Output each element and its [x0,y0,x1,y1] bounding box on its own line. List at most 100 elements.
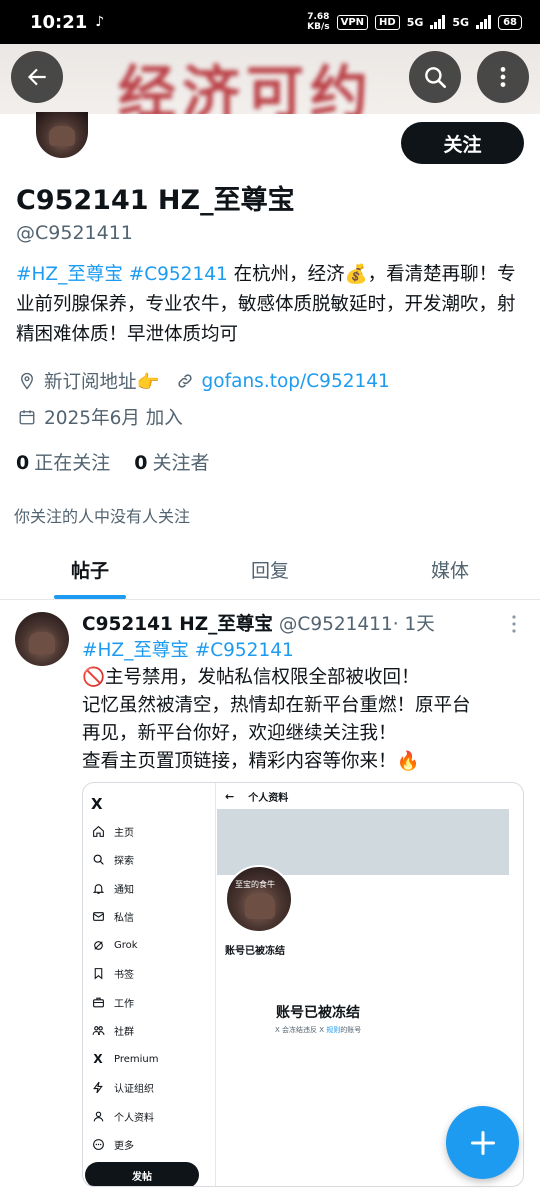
status-time: 10:21 [30,11,88,33]
x-icon: X [93,1052,103,1067]
search-icon [425,67,447,89]
home-icon [91,824,105,838]
post-line: 再见，新平台你好，欢迎继续关注我！ [82,723,397,744]
search-button[interactable] [409,51,461,103]
bell-icon [91,881,105,895]
profile-meta-joined: 2025年6月 加入 [16,404,183,430]
embed-sidebar: X 主页 探索 通知 私信 Grok 书签 工作 社群 X Premium 认证… [83,783,216,1186]
post-line: 查看主页置顶链接，精彩内容等你来！🔥 [82,751,420,772]
profile-location: 新订阅地址👉 [44,372,160,393]
status-indicators: 7.68 KB/s VPN HD 5G 5G 68 [307,12,522,32]
profile-joined-date: 2025年6月 加入 [44,408,183,429]
embed-post-button: 发帖 [85,1162,199,1186]
display-name: C952141 HZ_至尊宝 [16,185,295,216]
mutual-followers-note: 你关注的人中没有人关注 [14,507,191,526]
tab-replies[interactable]: 回复 [180,540,360,599]
embed-frozen-description: X 会冻结违反 X 规则的账号 [275,1026,362,1034]
embed-nav-item: 更多 [91,1131,159,1160]
embed-nav-item: X Premium [91,1045,158,1074]
plus-icon [470,1130,495,1155]
link-icon [174,370,196,392]
post-line: 记忆虽然被清空，热情却在新平台重燃！原平台 [82,695,471,716]
post-line: 🚫主号禁用，发帖私信权限全部被收回！ [82,667,420,688]
embed-nav-item: 认证组织 [91,1074,159,1103]
post-hashtags[interactable]: #HZ_至尊宝 #C952141 [82,636,294,662]
grok-icon [91,938,105,952]
arrow-left-icon: ← [225,789,235,803]
embed-nav: 主页 探索 通知 私信 Grok 书签 工作 社群 X Premium 认证组织… [91,817,159,1159]
embed-nav-item: 主页 [91,817,159,846]
hd-badge: HD [375,14,400,30]
user-handle: @C9521411 [16,222,133,244]
tiktok-icon: ♪ [95,14,105,30]
embed-nav-item: 个人资料 [91,1102,159,1131]
mail-icon [91,910,105,924]
arrow-left-icon [27,68,46,86]
embed-frozen-label: 账号已被冻结 [225,946,285,957]
bio-hashtags[interactable]: #HZ_至尊宝 #C952141 [16,264,228,285]
followers-count: 0 [134,452,148,474]
embed-nav-item: 通知 [91,874,159,903]
bookmark-icon [91,967,105,981]
tab-posts-label: 帖子 [70,560,109,582]
embed-nav-item: 工作 [91,988,159,1017]
follow-counts: 0 正在关注 0 关注者 [16,448,234,475]
embed-avatar-text: 至宝的食牛 [235,880,275,889]
person-icon [91,1109,105,1123]
tab-replies-label: 回复 [250,560,289,582]
search-icon [91,853,105,867]
calendar-icon [16,406,38,428]
post-more-button[interactable] [504,612,524,636]
embed-topbar: ← 个人资料 [217,783,523,809]
profile-avatar[interactable] [36,112,88,158]
embed-nav-item: 探索 [91,846,159,875]
embed-nav-item: 私信 [91,903,159,932]
active-tab-indicator [54,595,126,599]
lightning-icon [91,1081,105,1095]
battery-icon: 68 [498,14,522,30]
signal-icon-2 [476,15,492,29]
network-type-1: 5G [406,15,424,29]
profile-tabs: 帖子 回复 媒体 [0,540,540,600]
signal-icon [430,15,446,29]
vpn-badge: VPN [336,14,369,30]
network-type-2: 5G [452,15,470,29]
x-logo-icon: X [91,795,103,813]
following-label: 正在关注 [34,452,111,474]
embed-nav-item: 书签 [91,960,159,989]
post-author-handle: @C9521411 [278,614,393,635]
briefcase-icon [91,995,105,1009]
following-count: 0 [16,452,30,474]
back-button[interactable] [11,51,63,103]
tab-media-label: 媒体 [430,560,469,582]
location-pin-icon [16,370,38,392]
compose-post-button[interactable] [446,1106,519,1179]
embed-nav-item: 社群 [91,1017,159,1046]
post-text: 🚫主号禁用，发帖私信权限全部被收回！ 记忆虽然被清空，热情却在新平台重燃！原平台… [82,664,527,776]
embed-frozen-heading: 账号已被冻结 [276,1005,360,1021]
tab-media[interactable]: 媒体 [360,540,540,599]
profile-bio: #HZ_至尊宝 #C952141 在杭州，经济💰，看清楚再聊！专业前列腺保养，专… [16,260,521,350]
post-author-name[interactable]: C952141 HZ_至尊宝 [82,610,273,636]
embed-avatar: 至宝的食牛 [225,865,293,933]
more-vertical-icon [512,615,516,633]
more-vertical-icon [500,67,506,87]
follow-button[interactable]: 关注 [401,122,524,164]
post-timestamp[interactable]: · 1天 [393,610,435,636]
post-header: C952141 HZ_至尊宝 @C9521411 · 1天 [82,610,435,636]
more-options-button[interactable] [477,51,529,103]
embed-nav-item: Grok [91,931,159,960]
profile-website-link[interactable]: gofans.top/C952141 [202,371,390,392]
followers-link[interactable]: 0 关注者 [134,448,233,475]
post-author-avatar[interactable] [15,612,69,666]
embed-page-title: 个人资料 [248,792,289,804]
more-icon [91,1138,105,1152]
followers-label: 关注者 [152,452,210,474]
banner-text: 经济可约 [118,59,375,114]
people-icon [91,1024,105,1038]
network-speed: 7.68 KB/s [307,12,330,32]
profile-meta-location-website: 新订阅地址👉 gofans.top/C952141 [16,368,390,394]
status-bar: 10:21 ♪ 7.68 KB/s VPN HD 5G 5G 68 [0,0,540,44]
following-link[interactable]: 0 正在关注 [16,448,134,475]
tab-posts[interactable]: 帖子 [0,540,180,599]
